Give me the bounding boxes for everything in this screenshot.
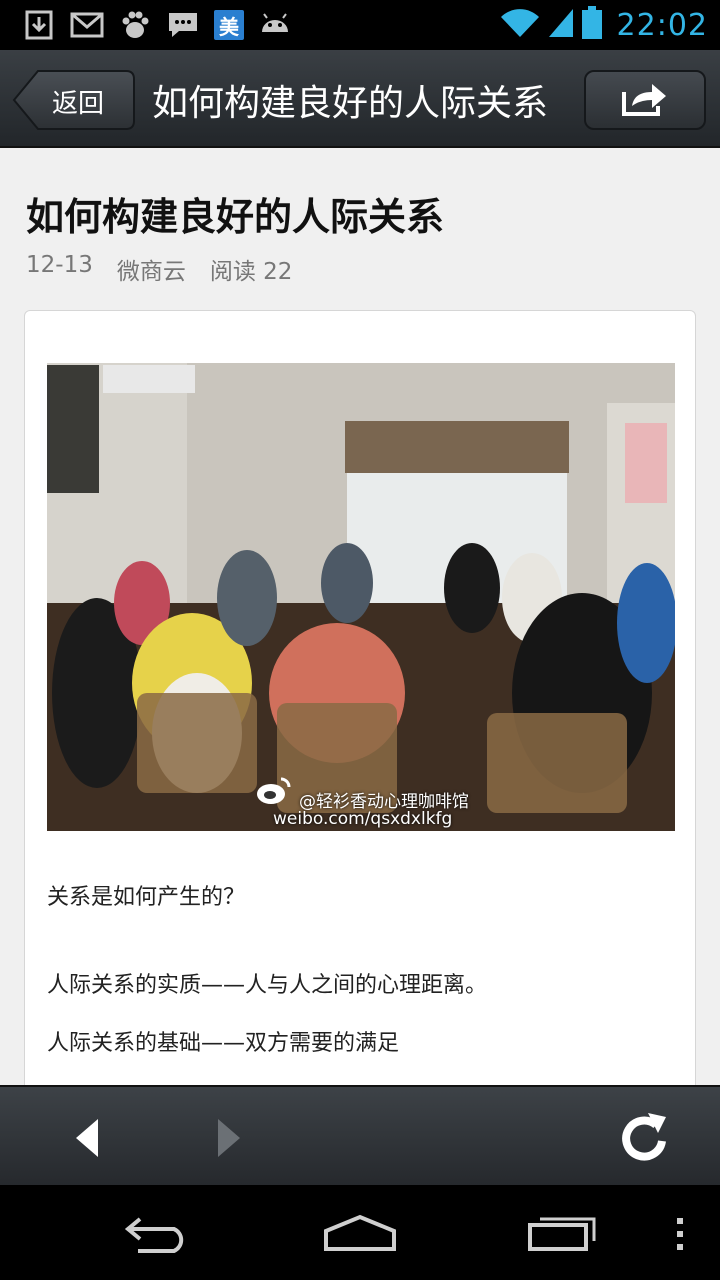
weibo-logo-icon	[255, 775, 291, 805]
article-card: @轻衫香动心理咖啡馆 weibo.com/qsxdxlkfg 关系是如何产生的？…	[24, 310, 696, 1085]
article-meta: 12-13 微商云 阅读 22	[26, 252, 292, 286]
screen: 美 22:02 返回 如何构建良好的人际关系 如何构建良好的人际关系 12-13…	[0, 0, 720, 1280]
paragraph-2: 人际关系的实质——人与人之间的心理距离。	[47, 973, 488, 998]
sys-menu-icon[interactable]	[674, 1217, 686, 1255]
meituan-icon: 美	[214, 10, 244, 40]
sys-recent-icon[interactable]	[526, 1209, 598, 1257]
article-source: 微商云	[116, 259, 186, 285]
download-icon	[22, 9, 56, 41]
wifi-icon	[499, 7, 541, 43]
read-count: 阅读 22	[209, 259, 293, 285]
share-button[interactable]	[584, 70, 706, 130]
article-date: 12-13	[26, 252, 93, 278]
paragraph-1: 关系是如何产生的？	[47, 885, 246, 910]
android-icon	[258, 9, 292, 41]
refresh-icon[interactable]	[618, 1109, 670, 1169]
clock: 22:02	[616, 7, 708, 43]
battery-icon	[581, 6, 603, 44]
back-button[interactable]: 返回	[12, 70, 136, 130]
watermark-url: weibo.com/qsxdxlkfg	[273, 809, 453, 829]
sys-back-icon[interactable]	[124, 1213, 194, 1257]
paragraph-3: 人际关系的基础——双方需要的满足	[47, 1031, 400, 1056]
nav-back-icon[interactable]	[72, 1117, 102, 1163]
article-title: 如何构建良好的人际关系	[26, 195, 445, 239]
system-navigation	[0, 1185, 720, 1280]
top-bar: 返回 如何构建良好的人际关系	[0, 50, 720, 148]
message-icon	[166, 9, 200, 41]
page-title: 如何构建良好的人际关系	[152, 83, 549, 124]
browser-toolbar	[0, 1085, 720, 1185]
baidu-icon	[118, 9, 152, 41]
article-content[interactable]: 如何构建良好的人际关系 12-13 微商云 阅读 22 @轻衫香动心理咖啡馆 w…	[0, 150, 720, 1085]
share-icon	[620, 78, 670, 122]
status-bar: 美 22:02	[0, 0, 720, 50]
article-photo[interactable]: @轻衫香动心理咖啡馆 weibo.com/qsxdxlkfg	[47, 363, 675, 831]
gmail-icon	[70, 9, 104, 41]
back-label: 返回	[52, 89, 105, 119]
signal-icon	[547, 7, 575, 43]
sys-home-icon[interactable]	[322, 1213, 398, 1257]
nav-forward-icon[interactable]	[214, 1117, 244, 1163]
